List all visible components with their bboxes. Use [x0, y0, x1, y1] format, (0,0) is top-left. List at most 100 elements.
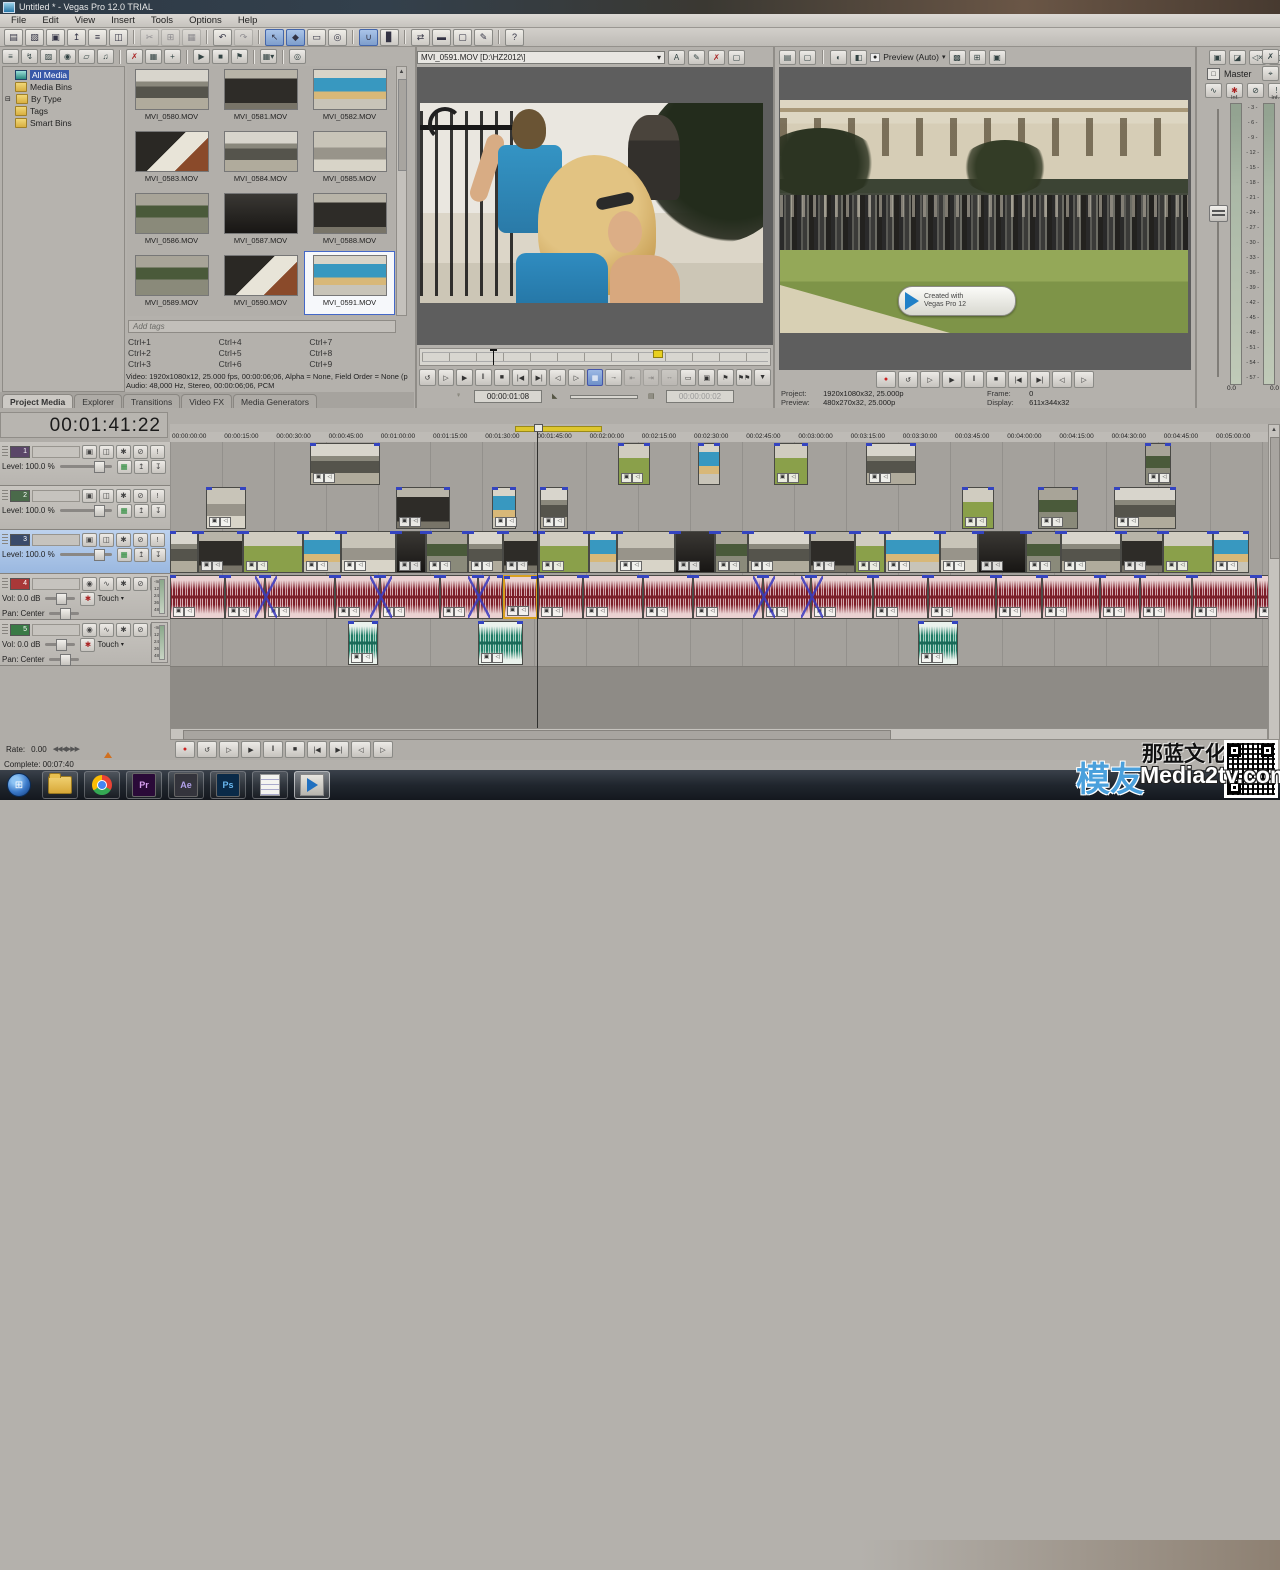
event-pan-crop-icon[interactable]: ▣ — [718, 561, 729, 571]
event-pan-crop-icon[interactable]: ▣ — [1117, 517, 1128, 527]
event-fx-icon[interactable]: ◁ — [410, 561, 421, 571]
event-fx-icon[interactable]: ◁ — [707, 607, 718, 617]
mute-icon[interactable]: ⊘ — [133, 489, 148, 503]
event-fx-icon[interactable]: ◁ — [1128, 517, 1139, 527]
make-parent-icon[interactable]: ↥ — [134, 548, 149, 562]
event-fx-icon[interactable]: ◁ — [349, 607, 360, 617]
event-pan-crop-icon[interactable]: ▣ — [1045, 607, 1056, 617]
timeline-clip[interactable]: ▣◁ — [1100, 575, 1140, 619]
track-header-5[interactable]: 5◉∿✱⊘!-Inf.12243648Vol:0.0 dB✱Touch▾Pan:… — [0, 620, 170, 666]
timeline-clip[interactable]: ▣◁ — [810, 531, 855, 573]
compositing-mode-icon[interactable]: ▦ — [117, 548, 132, 562]
enable-snapping-icon[interactable]: ∪ — [359, 29, 378, 46]
event-fx-icon[interactable]: ◁ — [324, 473, 335, 483]
tab-video-fx[interactable]: Video FX — [181, 394, 232, 408]
stop-button[interactable]: ■ — [494, 369, 511, 386]
event-pan-crop-icon[interactable]: ▣ — [696, 607, 707, 617]
hscrollbar-thumb[interactable] — [183, 730, 891, 740]
event-pan-crop-icon[interactable]: ▣ — [1029, 561, 1040, 571]
windows-explorer[interactable] — [42, 771, 78, 799]
playhead-cursor[interactable] — [537, 424, 538, 728]
tab-explorer[interactable]: Explorer — [74, 394, 122, 408]
go-to-end-button[interactable]: ▶| — [329, 741, 349, 758]
media-thumbnail[interactable] — [313, 193, 387, 234]
solo-icon[interactable]: ! — [150, 533, 165, 547]
expand-track-icon[interactable]: ▢ — [453, 29, 472, 46]
timeline-clip[interactable]: ▣◁ — [310, 443, 380, 485]
project-properties-icon[interactable]: ≡ — [88, 29, 107, 46]
automation-icon[interactable]: ✱ — [116, 577, 131, 591]
event-fx-icon[interactable]: ◁ — [410, 517, 421, 527]
media-fx-icon[interactable]: ▦ — [145, 49, 162, 64]
sort-media-icon[interactable]: A — [668, 50, 685, 65]
copy-snapshot-button[interactable]: ▭ — [680, 369, 697, 386]
event-pan-crop-icon[interactable]: ▣ — [751, 561, 762, 571]
track-motion-icon[interactable]: ▣ — [82, 533, 97, 547]
next-frame-button[interactable]: ▷ — [568, 369, 585, 386]
event-fx-icon[interactable]: ◁ — [184, 607, 195, 617]
search-media-icon[interactable]: ◎ — [289, 49, 306, 64]
arm-record-icon[interactable]: ◉ — [82, 577, 97, 591]
event-pan-crop-icon[interactable]: ▣ — [1143, 607, 1154, 617]
track-grip[interactable] — [2, 534, 8, 545]
event-pan-crop-icon[interactable]: ▣ — [981, 561, 992, 571]
play-button[interactable]: ▶ — [241, 741, 261, 758]
pause-button[interactable]: ‖ — [964, 371, 984, 388]
media-thumbnail[interactable] — [224, 193, 298, 234]
add-region-button[interactable]: ⚑⚑ — [736, 369, 753, 386]
event-pan-crop-icon[interactable]: ▣ — [543, 517, 554, 527]
adobe-after-effects[interactable]: Ae — [168, 771, 204, 799]
master-properties-icon[interactable]: ▣ — [1209, 50, 1226, 65]
timeline-clip[interactable]: ▣◁ — [503, 531, 539, 573]
timeline-clip[interactable]: ▣◁ — [693, 575, 763, 619]
event-fx-icon[interactable]: ◁ — [1075, 561, 1086, 571]
timeline-clip[interactable]: ▣◁ — [1042, 575, 1100, 619]
phase-icon[interactable]: ∿ — [99, 623, 114, 637]
trimmer-cursor-time[interactable]: 00:00:01:08 — [474, 390, 542, 403]
event-pan-crop-icon[interactable]: ▣ — [399, 517, 410, 527]
media-item[interactable]: MVI_0586.MOV — [127, 190, 216, 252]
overlays-dropdown-icon[interactable]: ▩ — [949, 50, 966, 65]
track-header-1[interactable]: 1▣◫✱⊘!Level:100.0 %▦↥↧ — [0, 442, 170, 486]
event-pan-crop-icon[interactable]: ▣ — [1259, 607, 1268, 617]
next-marker-button[interactable]: ⇥ — [643, 369, 660, 386]
pause-button[interactable]: ‖ — [475, 369, 492, 386]
media-item[interactable]: MVI_0590.MOV — [216, 252, 305, 314]
media-item[interactable]: MVI_0583.MOV — [127, 128, 216, 190]
copy-snapshot-icon[interactable]: ⊞ — [969, 50, 986, 65]
automation-mode-icon[interactable]: ✱ — [80, 592, 95, 606]
event-fx-icon[interactable]: ◁ — [239, 607, 250, 617]
timeline-clip[interactable]: ▣◁ — [440, 575, 478, 619]
preview-quality-label[interactable]: Preview (Auto) — [883, 52, 939, 62]
add-tags-input[interactable]: Add tags — [128, 320, 396, 333]
event-pan-crop-icon[interactable]: ▣ — [858, 561, 869, 571]
timeline-clip[interactable]: ▣◁ — [380, 575, 440, 619]
chevron-down-icon[interactable]: ▾ — [121, 595, 124, 602]
pan-slider[interactable] — [49, 612, 79, 615]
track-motion-icon[interactable]: ▣ — [82, 489, 97, 503]
menu-help[interactable]: Help — [231, 15, 265, 26]
close-icon[interactable]: ✗ — [1262, 49, 1279, 64]
play-button[interactable]: ▶ — [942, 371, 962, 388]
timeline-clip[interactable]: ▣◁ — [1163, 531, 1213, 573]
event-pan-crop-icon[interactable]: ▣ — [678, 561, 689, 571]
auto-ripple-icon[interactable]: ⇄ — [411, 29, 430, 46]
timeline-vscrollbar[interactable]: ▲ — [1268, 424, 1280, 740]
next-frame-button[interactable]: ▷ — [373, 741, 393, 758]
go-to-end-button[interactable]: ▶| — [1030, 371, 1050, 388]
next-frame-button[interactable]: ▷ — [1074, 371, 1094, 388]
tree-item-all-media[interactable]: All Media — [3, 69, 124, 81]
open-media-button[interactable]: → — [605, 369, 622, 386]
timeline-clip[interactable]: ▣◁ — [396, 487, 450, 529]
media-flag-icon[interactable]: ⚑ — [231, 49, 248, 64]
event-fx-icon[interactable]: ◁ — [824, 561, 835, 571]
timeline-clip[interactable]: ▣◁ — [468, 531, 503, 573]
menu-tools[interactable]: Tools — [144, 15, 180, 26]
tree-item-smart-bins[interactable]: Smart Bins — [3, 117, 124, 129]
event-fx-icon[interactable]: ◁ — [1177, 561, 1188, 571]
event-pan-crop-icon[interactable]: ▣ — [344, 561, 355, 571]
event-pan-crop-icon[interactable]: ▣ — [495, 517, 506, 527]
event-pan-crop-icon[interactable]: ▣ — [506, 561, 517, 571]
external-monitor-icon[interactable]: ▢ — [799, 50, 816, 65]
media-thumbnail[interactable] — [313, 255, 387, 296]
